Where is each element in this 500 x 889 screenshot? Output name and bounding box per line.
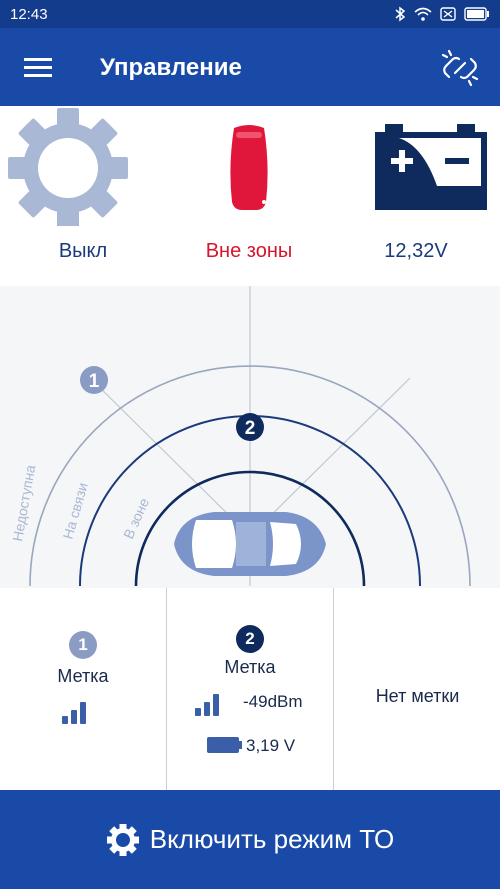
gear-icon: [106, 823, 139, 856]
tag-1-card[interactable]: 1 Метка: [0, 588, 166, 790]
svg-text:1: 1: [89, 371, 100, 392]
link-broken-icon: [441, 49, 479, 87]
gear-icon: [8, 108, 128, 226]
zone-label-connected: На связи: [60, 481, 91, 541]
radar-graphic: Недоступна На связи В зоне 1 2: [9, 286, 471, 587]
tag-battery-icon: [207, 737, 242, 753]
range-radar: Недоступна На связи В зоне 1 2: [0, 286, 500, 588]
tag-2-label: Метка: [224, 657, 276, 677]
menu-button[interactable]: [18, 52, 58, 84]
connection-button[interactable]: [438, 46, 482, 90]
status-icons: [394, 6, 490, 22]
maintenance-mode-button[interactable]: Включить режим ТО: [0, 790, 500, 889]
wifi-icon: [414, 7, 432, 21]
sim-off-icon: [440, 7, 456, 21]
tag-2-battery: 3,19 V: [246, 736, 296, 755]
status-time: 12:43: [10, 5, 48, 23]
radar-tag-1: 1: [80, 366, 108, 394]
keyfob-status-label: Вне зоны: [205, 240, 293, 262]
bluetooth-icon: [395, 6, 406, 22]
svg-text:2: 2: [245, 418, 256, 439]
radar-tag-2: 2: [236, 413, 264, 441]
keyfob-status[interactable]: Вне зоны: [166, 106, 332, 286]
page-title: Управление: [100, 54, 242, 81]
car-battery-icon: [375, 124, 487, 210]
engine-status[interactable]: Выкл: [0, 106, 166, 286]
signal-strength-icon: [195, 694, 219, 716]
tag-3-card[interactable]: Нет метки: [333, 588, 500, 790]
battery-status[interactable]: 12,32V: [333, 106, 499, 286]
app-bar: Управление: [0, 28, 500, 106]
status-bar: 12:43: [0, 0, 500, 28]
keyfob-icon: [230, 125, 268, 210]
status-panel: Выкл Вне зоны 12,32V: [0, 106, 500, 286]
tag-2-signal: -49dBm: [243, 692, 303, 711]
battery-icon: [464, 7, 489, 21]
engine-status-label: Выкл: [58, 240, 108, 262]
car-icon: [174, 512, 326, 576]
signal-strength-icon: [62, 702, 86, 724]
tags-panel: 1 Метка 2 Метка -49dBm 3,19 V Нет метки: [0, 588, 500, 790]
tag-3-label: Нет метки: [375, 686, 460, 706]
tag-2-badge: 2: [236, 625, 264, 653]
battery-voltage-label: 12,32V: [384, 240, 448, 262]
maintenance-mode-label: Включить режим ТО: [149, 824, 395, 854]
tag-1-badge: 1: [69, 631, 97, 659]
tag-1-label: Метка: [57, 666, 109, 686]
tag-2-card[interactable]: 2 Метка -49dBm 3,19 V: [166, 588, 332, 790]
zone-label-unavailable: Недоступна: [9, 463, 38, 542]
hamburger-icon: [24, 58, 52, 77]
